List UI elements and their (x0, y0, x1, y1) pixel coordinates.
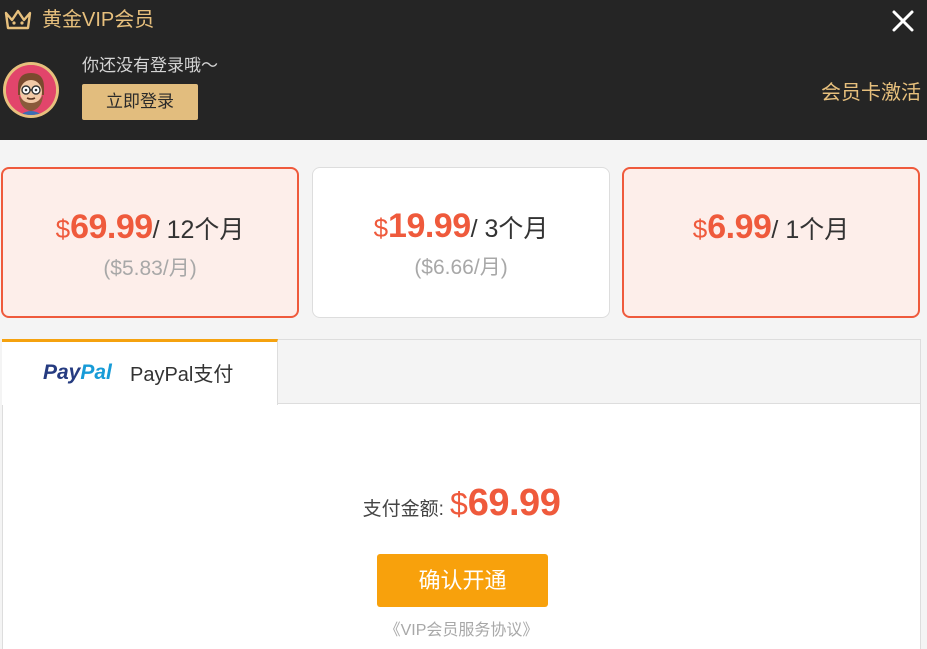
plan-price: $6.99/ 1个月 (624, 207, 918, 254)
amount-label: 支付金额: (362, 499, 444, 520)
plan-1-month[interactable]: $6.99/ 1个月 (622, 167, 920, 318)
card-activate-link[interactable]: 会员卡激活 (821, 80, 921, 106)
avatar[interactable] (3, 62, 59, 118)
tab-paypal[interactable]: PayPal PayPal支付 (2, 339, 278, 405)
currency-symbol: $ (373, 213, 389, 243)
currency-symbol: $ (55, 214, 71, 244)
monthly-price: ($5.83/月) (103, 257, 197, 280)
price-period: / 3个月 (470, 215, 549, 243)
amount-value: 69.99 (467, 482, 561, 524)
price-value: 19.99 (388, 207, 471, 245)
title-bar: 黄金VIP会员 (0, 0, 927, 42)
plan-12-months[interactable]: $69.99/ 12个月 ($5.83/月) (1, 167, 299, 318)
price-value: 69.99 (70, 208, 153, 246)
monthly-price: ($6.66/月) (414, 256, 508, 279)
plan-3-months[interactable]: $19.99/ 3个月 ($6.66/月) (312, 167, 610, 318)
currency-symbol: $ (692, 214, 708, 244)
confirm-button[interactable]: 确认开通 (377, 554, 548, 607)
page-title: 黄金VIP会员 (42, 9, 155, 31)
payment-panel: PayPal PayPal支付 支付金额: $69.99 确认开通 《VIP会员服… (2, 339, 921, 649)
price-value: 6.99 (707, 208, 772, 246)
plan-price: $19.99/ 3个月 (313, 206, 609, 253)
avatar-face-icon (6, 65, 56, 115)
price-period: / 12个月 (152, 216, 245, 244)
payment-tabs: PayPal PayPal支付 (2, 339, 920, 405)
crown-icon (4, 9, 32, 30)
paypal-logo-icon: PayPal (43, 361, 112, 384)
amount-currency: $ (449, 486, 468, 522)
service-agreement-link[interactable]: 《VIP会员服务协议》 (3, 620, 920, 642)
close-icon[interactable] (891, 9, 915, 33)
price-period: / 1个月 (771, 216, 850, 244)
payment-amount: 支付金额: $69.99 (3, 482, 920, 525)
tab-label: PayPal支付 (130, 364, 234, 386)
vip-header: 黄金VIP会员 你还没有登录哦～ 立即登录 会员卡激活 (0, 0, 927, 140)
plan-price: $69.99/ 12个月 (3, 207, 297, 254)
login-button[interactable]: 立即登录 (82, 84, 198, 120)
login-hint: 你还没有登录哦～ (82, 56, 218, 75)
